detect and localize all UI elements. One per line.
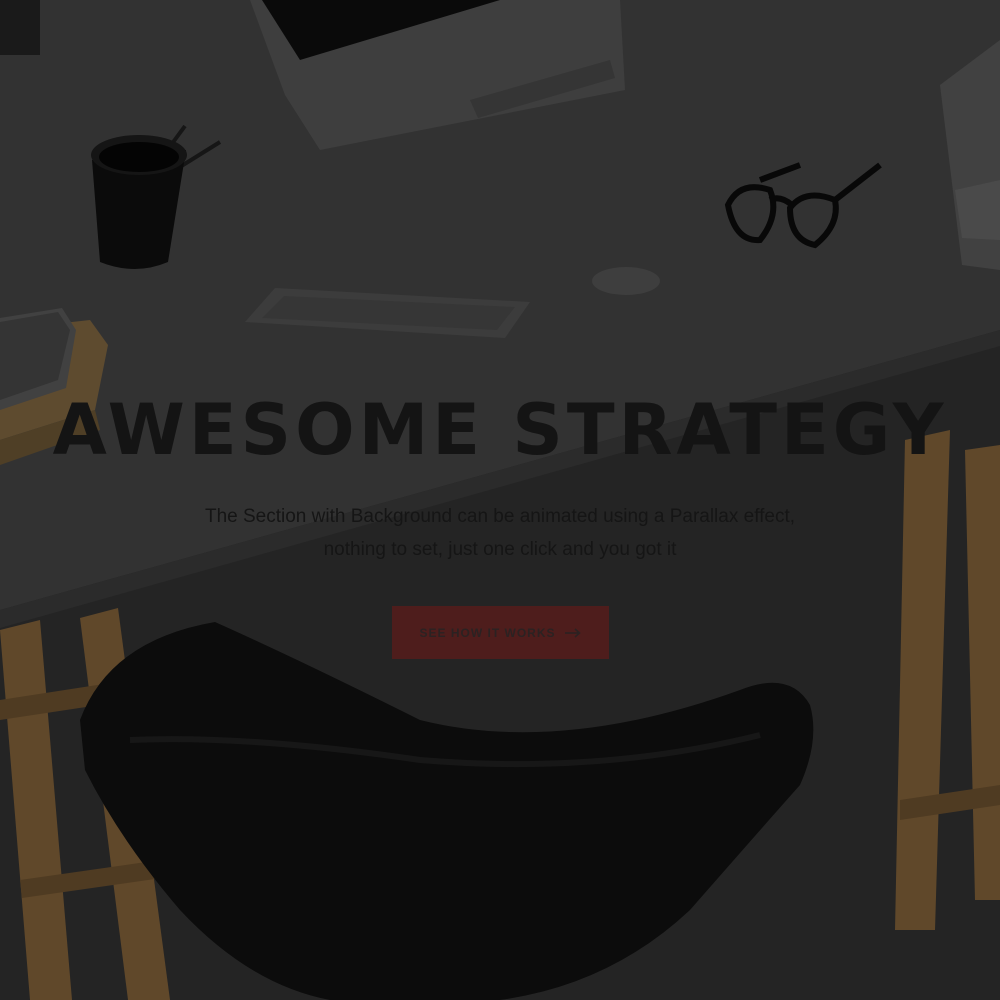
hero-title: AWESOME STRATEGY [52,389,948,471]
top-left-device [0,0,40,55]
mouse [592,267,660,295]
arrow-right-icon [564,627,581,638]
hero-section: AWESOME STRATEGY The Section with Backgr… [0,0,1000,1000]
hero-content: AWESOME STRATEGY The Section with Backgr… [0,388,1000,659]
cta-label: SEE HOW IT WORKS [419,625,556,640]
see-how-it-works-button[interactable]: SEE HOW IT WORKS [391,606,609,659]
hero-subtitle: The Section with Background can be anima… [204,506,796,560]
